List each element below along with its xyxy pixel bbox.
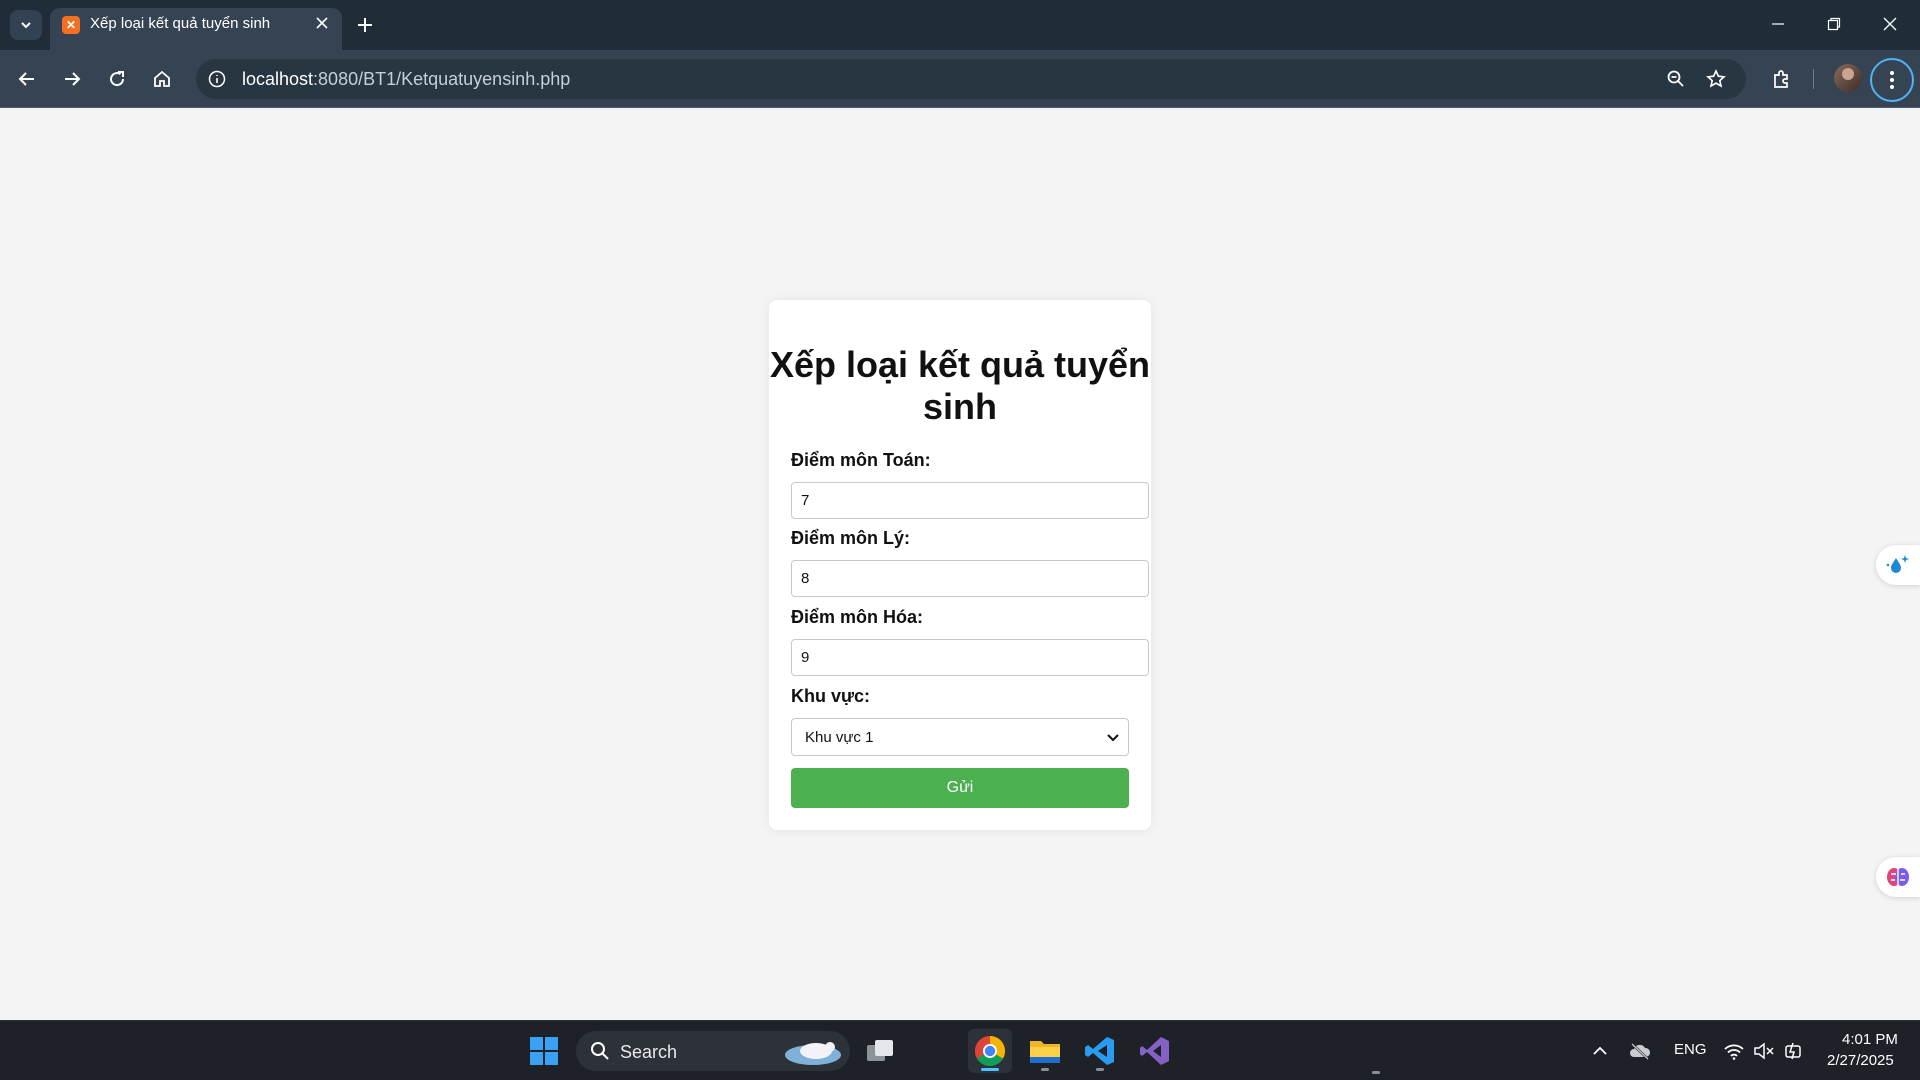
region-label: Khu vực: [791,686,871,706]
windows-taskbar: Search ENG 4:01 PM 2/27/2025 [0,1020,1920,1080]
math-score-label: Điểm môn Toán: [791,450,931,470]
region-selected-value: Khu vực 1 [805,729,874,746]
battery-charging-icon [1785,1042,1801,1060]
url-path: :8080/BT1/Ketquatuyensinh.php [313,69,571,89]
search-highlight-illustration [785,1042,841,1065]
task-view-button[interactable] [858,1029,902,1073]
search-label: Search [620,1042,678,1062]
volume-muted-icon [1754,1042,1774,1060]
taskbar-search[interactable]: Search [576,1031,850,1071]
close-icon [1883,17,1897,31]
input-language[interactable]: ENG [1674,1041,1707,1058]
taskbar-visual-studio[interactable] [1133,1029,1177,1073]
page-title: Xếp loại kết quả tuyển sinh [769,344,1151,427]
new-tab-button[interactable] [350,10,380,40]
reload-icon [110,71,125,87]
clock-date[interactable]: 2/27/2025 [1827,1052,1894,1069]
side-assistant-button[interactable] [1876,545,1920,585]
forward-button[interactable] [55,62,89,96]
back-button[interactable] [10,62,44,96]
minimize-button[interactable] [1750,0,1806,48]
brain-icon [1887,868,1909,886]
zoom-button[interactable] [1662,65,1690,93]
restore-icon [1827,17,1841,31]
profile-avatar[interactable] [1834,64,1862,92]
minimize-icon [1772,23,1784,25]
zoom-icon [1667,70,1684,87]
browser-toolbar: localhost:8080/BT1/Ketquatuyensinh.php [0,50,1920,108]
url-host: localhost [242,69,314,89]
vscode-icon [1085,1037,1114,1065]
windows-start-icon [530,1037,558,1065]
volume-button[interactable] [1752,1039,1776,1063]
running-indicator [1096,1068,1104,1071]
site-info-icon [208,70,226,88]
chevron-up-icon [1593,1046,1607,1055]
active-tab[interactable]: ✕ Xếp loại kết quả tuyển sinh [50,8,342,50]
chemistry-score-input[interactable] [791,639,1149,676]
physics-score-label: Điểm môn Lý: [791,528,911,548]
visual-studio-icon [1140,1037,1169,1065]
reload-button[interactable] [100,62,134,96]
browser-tab-strip: ✕ Xếp loại kết quả tuyển sinh [0,0,1920,50]
tab-search-icon [21,22,31,29]
address-bar[interactable]: localhost:8080/BT1/Ketquatuyensinh.php [196,59,1746,99]
water-drop-sparkle-icon [1886,555,1909,573]
xampp-favicon-icon: ✕ [62,16,80,34]
toolbar-divider [1813,69,1814,89]
tab-title: Xếp loại kết quả tuyển sinh [90,15,271,32]
window-close-button[interactable] [1862,0,1918,48]
star-icon [1706,69,1726,88]
region-select[interactable]: Khu vực 1 [791,718,1129,756]
network-button[interactable] [1722,1039,1746,1063]
start-button[interactable] [522,1029,566,1073]
browser-menu-button[interactable] [1870,58,1914,102]
chevron-down-icon [1107,734,1119,742]
bookmark-button[interactable] [1702,65,1730,93]
show-hidden-icons-button[interactable] [1588,1039,1612,1063]
extensions-button[interactable] [1764,62,1798,96]
extensions-icon [1774,70,1788,88]
back-arrow-icon [18,72,34,86]
file-explorer-icon [1030,1041,1060,1063]
clock-time[interactable]: 4:01 PM [1842,1031,1898,1048]
taskbar-vscode[interactable] [1078,1029,1122,1073]
restore-button[interactable] [1806,0,1862,48]
chemistry-score-label: Điểm môn Hóa: [791,607,924,627]
forward-arrow-icon [65,72,81,86]
physics-score-input[interactable] [791,560,1149,597]
url-text: localhost:8080/BT1/Ketquatuyensinh.php [242,69,570,90]
battery-button[interactable] [1782,1039,1806,1063]
site-info-button[interactable] [204,66,230,92]
taskbar-overflow-indicator [1372,1071,1380,1074]
tab-search-button[interactable] [10,10,42,40]
submit-button[interactable]: Gửi [791,768,1129,808]
running-indicator [981,1068,999,1071]
home-button[interactable] [145,62,179,96]
taskbar-chrome[interactable] [968,1029,1012,1073]
search-icon [591,1042,609,1060]
math-score-input[interactable] [791,482,1149,519]
kebab-menu-icon [1890,71,1894,89]
admission-form-card: Xếp loại kết quả tuyển sinh Điểm môn Toá… [769,300,1151,830]
running-indicator [1041,1068,1049,1071]
side-brain-button[interactable] [1876,857,1920,897]
onedrive-button[interactable] [1628,1039,1652,1063]
task-view-icon [867,1040,893,1061]
home-icon [154,70,170,87]
wifi-icon [1724,1044,1744,1060]
plus-icon [358,18,372,32]
tab-close-button[interactable] [310,11,334,35]
close-icon [316,17,328,29]
taskbar-file-explorer[interactable] [1023,1029,1067,1073]
cloud-off-icon [1630,1043,1651,1060]
chrome-icon [974,1036,1006,1067]
